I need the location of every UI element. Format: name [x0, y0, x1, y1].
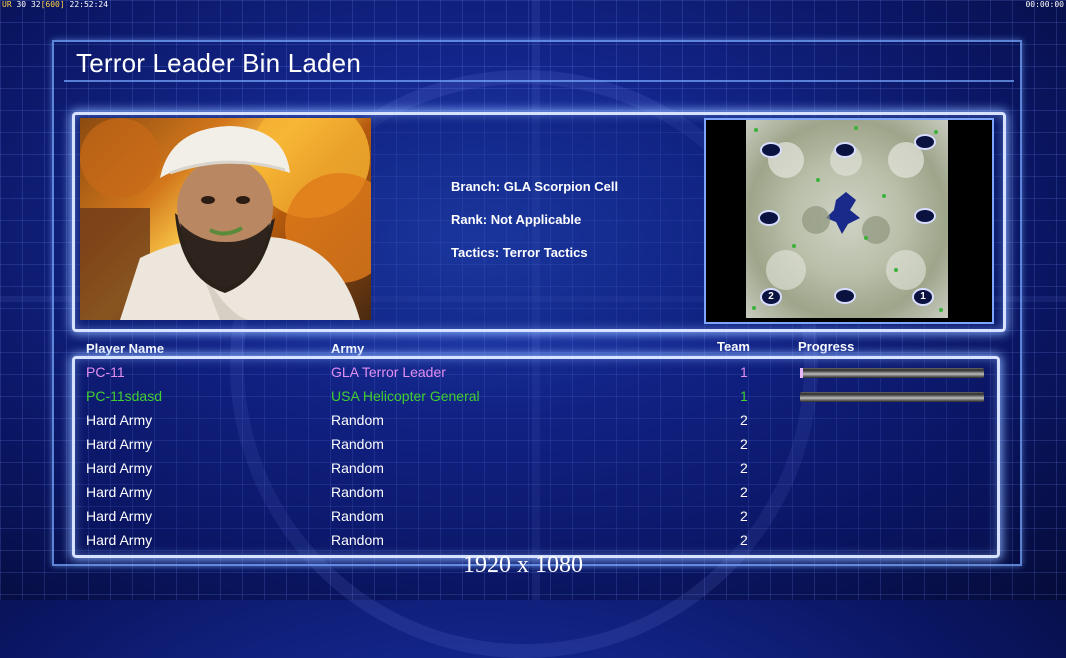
player-team: 2 [740, 436, 748, 452]
player-row[interactable]: Hard Army Random 2 [0, 433, 1066, 457]
player-team: 2 [740, 508, 748, 524]
player-army: Random [331, 484, 384, 500]
column-header-progress: Progress [798, 339, 855, 354]
minimap[interactable]: 2 1 [746, 120, 948, 318]
player-row[interactable]: Hard Army Random 2 [0, 529, 1066, 553]
rank-text: Rank: Not Applicable [451, 212, 582, 227]
debug-clock: 22:52:24 [69, 0, 109, 9]
start-position-slot[interactable] [834, 142, 856, 158]
player-row[interactable]: Hard Army Random 2 [0, 481, 1066, 505]
player-name: Hard Army [86, 460, 153, 476]
player-team: 2 [740, 460, 748, 476]
start-position-slot[interactable] [914, 134, 936, 150]
player-row[interactable]: Hard Army Random 2 [0, 457, 1066, 481]
player-army: Random [331, 460, 384, 476]
player-army: USA Helicopter General [331, 388, 480, 404]
debug-value: 32 [30, 0, 41, 9]
player-name: PC-11sdasd [86, 388, 163, 404]
progress-bar [800, 368, 984, 378]
column-header-team: Team [717, 339, 750, 354]
player-row[interactable]: PC-11 GLA Terror Leader 1 [0, 361, 1066, 385]
player-row[interactable]: Hard Army Random 2 [0, 505, 1066, 529]
player-team: 2 [740, 484, 748, 500]
column-header-player-name: Player Name [86, 341, 165, 356]
player-name: PC-11 [86, 364, 125, 380]
player-team: 2 [740, 412, 748, 428]
player-row[interactable]: Hard Army Random 2 [0, 409, 1066, 433]
start-position-slot-1[interactable]: 1 [912, 288, 934, 306]
debug-bracket: [600] [40, 0, 65, 9]
start-position-slot[interactable] [758, 210, 780, 226]
player-name: Hard Army [86, 412, 153, 428]
start-position-slot[interactable] [834, 288, 856, 304]
tactics-text: Tactics: Terror Tactics [451, 245, 588, 260]
debug-fps: 30 [16, 0, 27, 9]
player-name: Hard Army [86, 436, 153, 452]
column-header-army: Army [331, 341, 365, 356]
page-title: Terror Leader Bin Laden [76, 48, 362, 78]
resolution-label: 1920 x 1080 [463, 552, 583, 578]
progress-bar [800, 392, 984, 402]
debug-timer-right: 00:00:00 [1025, 0, 1064, 9]
branch-text: Branch: GLA Scorpion Cell [451, 179, 619, 194]
player-army: GLA Terror Leader [331, 364, 446, 380]
player-team: 2 [740, 532, 748, 548]
debug-info-left: UR 30 32[600] 22:52:24 [2, 0, 108, 9]
player-row[interactable]: PC-11sdasd USA Helicopter General 1 [0, 385, 1066, 409]
player-team: 1 [740, 364, 748, 380]
start-position-slot-2[interactable]: 2 [760, 288, 782, 306]
player-name: Hard Army [86, 508, 153, 524]
debug-prefix: UR [2, 0, 12, 9]
player-army: Random [331, 508, 384, 524]
player-name: Hard Army [86, 532, 153, 548]
player-army: Random [331, 436, 384, 452]
player-army: Random [331, 412, 384, 428]
player-army: Random [331, 532, 384, 548]
player-name: Hard Army [86, 484, 153, 500]
general-portrait [80, 118, 371, 320]
start-position-slot[interactable] [760, 142, 782, 158]
player-team: 1 [740, 388, 748, 404]
progress-bar-fill [800, 368, 803, 378]
start-position-slot[interactable] [914, 208, 936, 224]
